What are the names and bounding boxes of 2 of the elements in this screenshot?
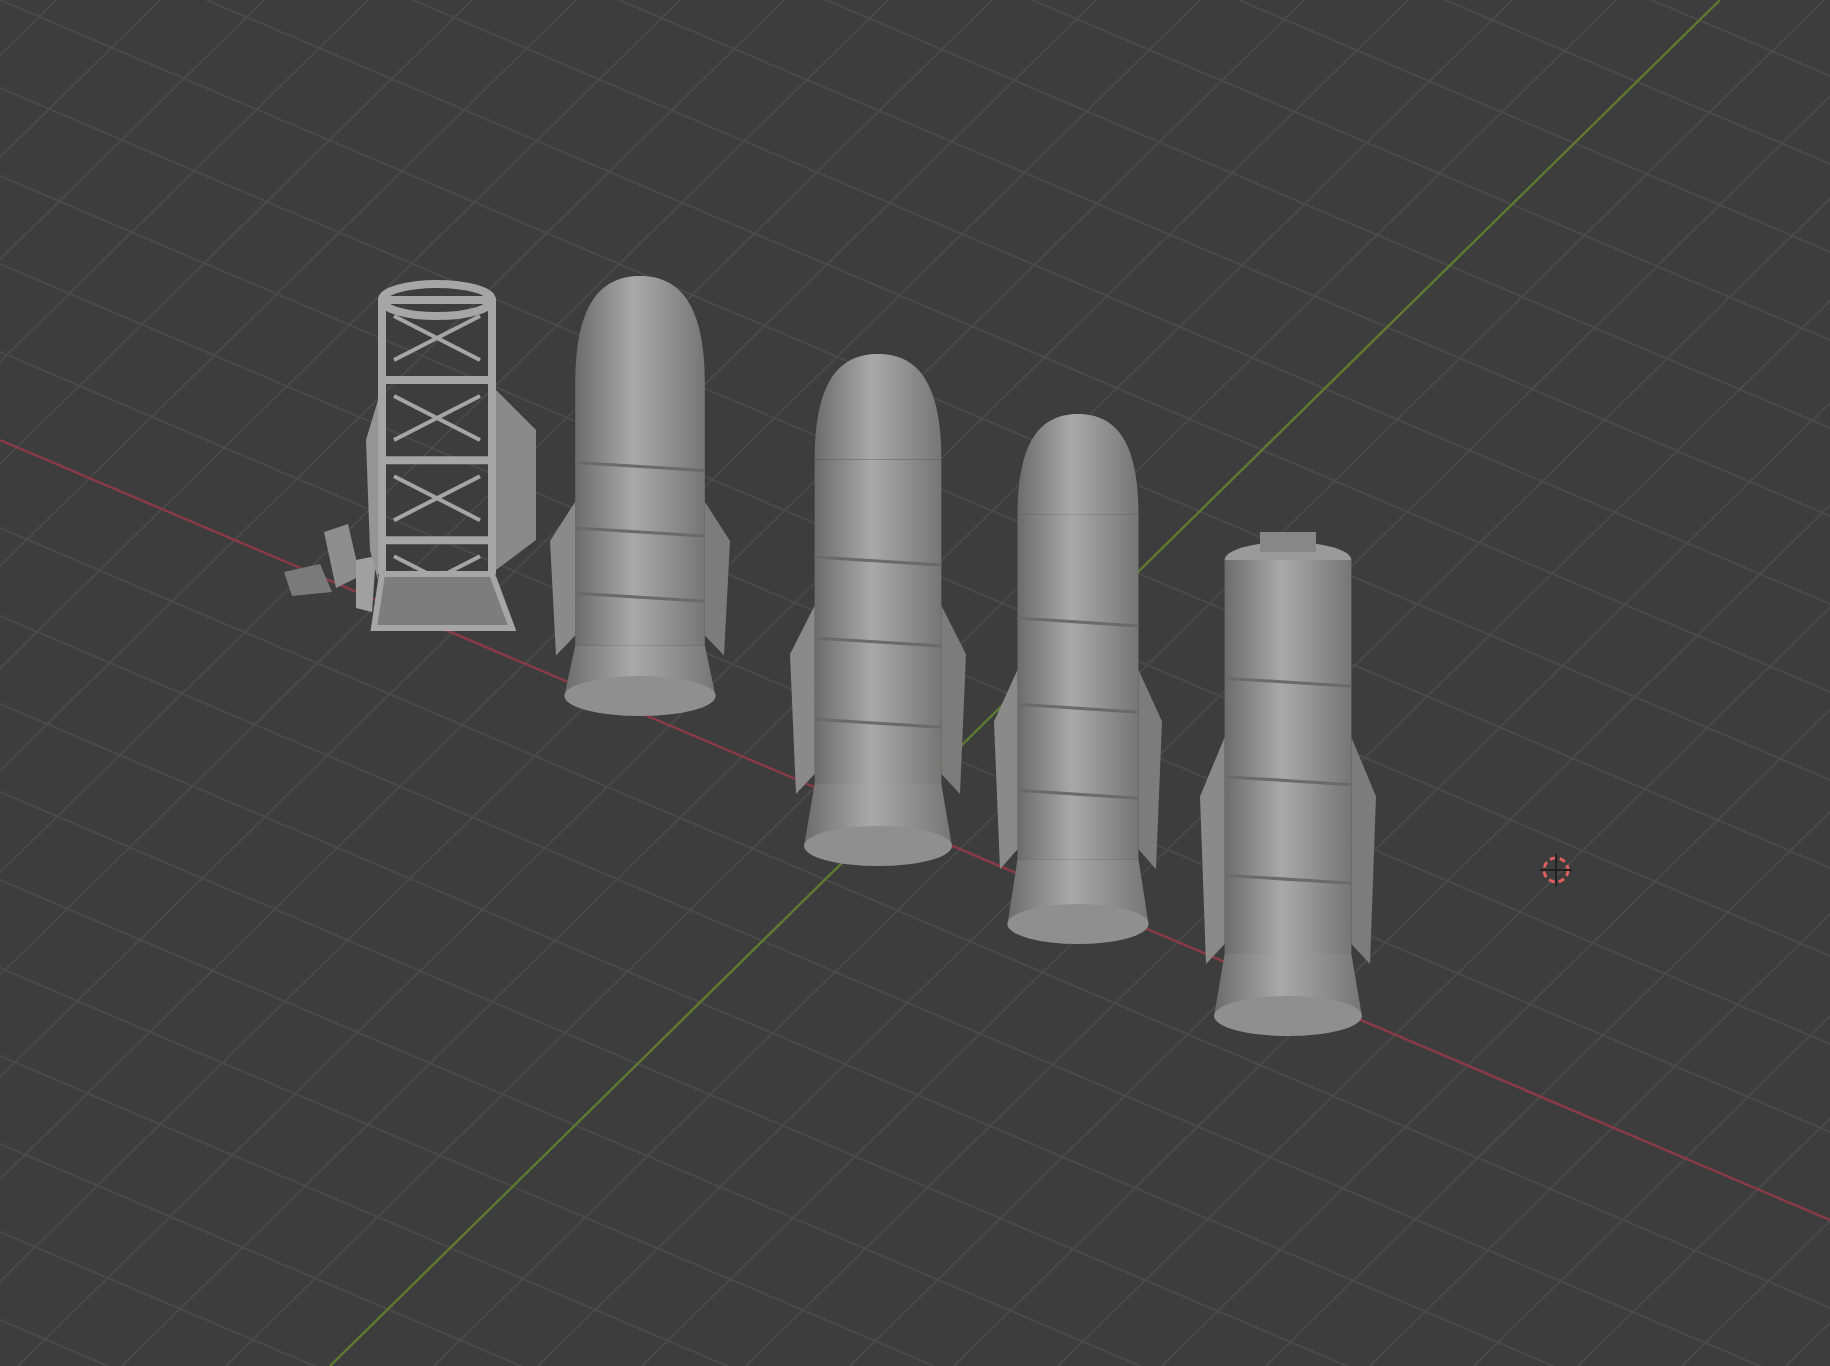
debris-drawing bbox=[284, 524, 376, 612]
crosshair-cursor-icon bbox=[1539, 853, 1573, 887]
